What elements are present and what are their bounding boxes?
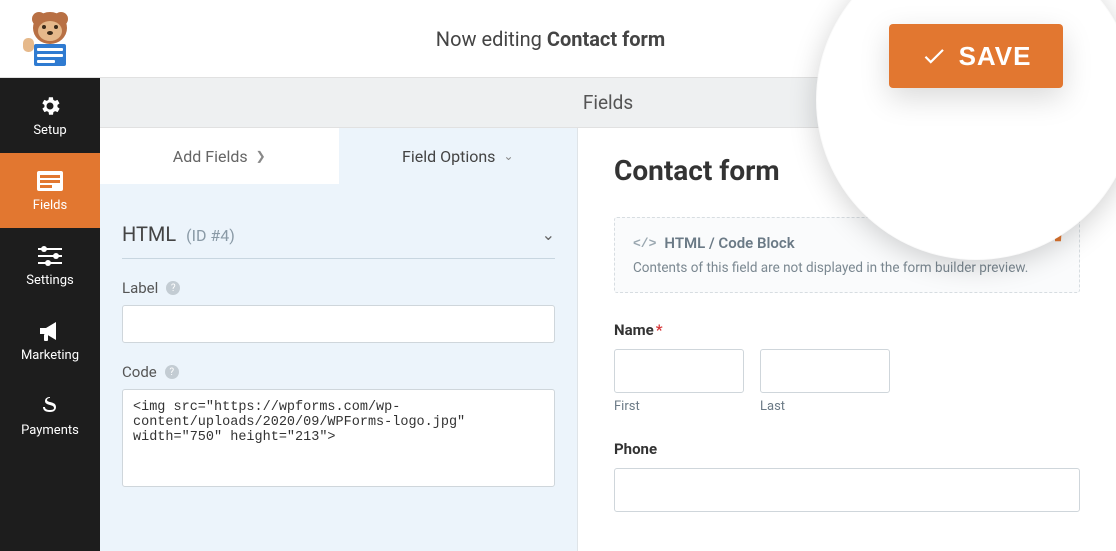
label-row: Label ?: [122, 279, 555, 297]
options-field-id: (ID #4): [186, 226, 235, 245]
name-sublabels: First Last: [614, 399, 1080, 414]
editing-form-name: Contact form: [547, 27, 665, 51]
name-inputs: [614, 349, 1080, 393]
save-button[interactable]: SAVE: [889, 24, 1064, 88]
sidenav-item-label: Settings: [26, 273, 73, 288]
last-name-input[interactable]: [760, 349, 890, 393]
sidenav-item-label: Marketing: [21, 348, 79, 363]
label-group: Label ?: [122, 279, 555, 343]
last-sublabel: Last: [760, 399, 890, 414]
editing-prefix: Now editing: [436, 27, 547, 51]
code-icon: </>: [633, 236, 656, 251]
options-tabs: Add Fields ❯ Field Options ⌄: [100, 128, 577, 184]
sidenav-item-label: Setup: [33, 123, 66, 138]
options-field-type: HTML: [122, 222, 176, 246]
first-name-input[interactable]: [614, 349, 744, 393]
options-section-header[interactable]: HTML (ID #4) ⌄: [122, 204, 555, 259]
gear-icon: [38, 93, 62, 119]
tab-field-options[interactable]: Field Options ⌄: [339, 128, 578, 184]
sidenav-item-label: Payments: [21, 423, 79, 438]
app-logo: [0, 8, 100, 70]
sidenav-item-setup[interactable]: Setup: [0, 78, 100, 153]
options-panel: Add Fields ❯ Field Options ⌄ HTML (ID #4…: [100, 128, 578, 551]
label-label-text: Label: [122, 279, 158, 297]
html-block-note: Contents of this field are not displayed…: [633, 260, 1061, 276]
name-field-label: Name*: [614, 321, 1080, 339]
name-label-text: Name: [614, 321, 654, 339]
sidenav-item-label: Fields: [33, 198, 67, 213]
chevron-down-icon: ⌄: [542, 225, 555, 244]
tab-label: Add Fields: [173, 147, 248, 166]
code-textarea[interactable]: <img src="https://wpforms.com/wp-content…: [122, 389, 555, 487]
check-icon: [921, 43, 947, 69]
phone-field-label: Phone: [614, 440, 1080, 458]
code-row: Code ?: [122, 363, 555, 381]
sliders-icon: [38, 243, 62, 269]
chevron-right-icon: ❯: [256, 149, 266, 163]
sidenav: Setup Fields Settings Marketing Payments: [0, 78, 100, 551]
chevron-down-icon: ⌄: [503, 149, 513, 163]
save-label: SAVE: [959, 41, 1032, 72]
phone-input[interactable]: [614, 468, 1080, 512]
section-header-label: Fields: [583, 91, 633, 114]
sidenav-item-marketing[interactable]: Marketing: [0, 303, 100, 378]
help-icon[interactable]: ?: [165, 365, 179, 379]
help-icon[interactable]: ?: [166, 281, 180, 295]
bullhorn-icon: [38, 318, 62, 344]
field-options-content: HTML (ID #4) ⌄ Label ? Code ? <img src="…: [100, 184, 577, 531]
required-asterisk: *: [656, 321, 663, 339]
first-sublabel: First: [614, 399, 744, 414]
label-input[interactable]: [122, 305, 555, 343]
code-label-text: Code: [122, 363, 157, 381]
form-icon: [37, 168, 63, 194]
tab-add-fields[interactable]: Add Fields ❯: [100, 128, 339, 184]
sidenav-item-fields[interactable]: Fields: [0, 153, 100, 228]
html-block-title: HTML / Code Block: [664, 234, 794, 252]
sidenav-item-payments[interactable]: Payments: [0, 378, 100, 453]
code-group: Code ? <img src="https://wpforms.com/wp-…: [122, 363, 555, 491]
dollar-icon: [43, 393, 57, 419]
sidenav-item-settings[interactable]: Settings: [0, 228, 100, 303]
tab-label: Field Options: [402, 147, 495, 166]
